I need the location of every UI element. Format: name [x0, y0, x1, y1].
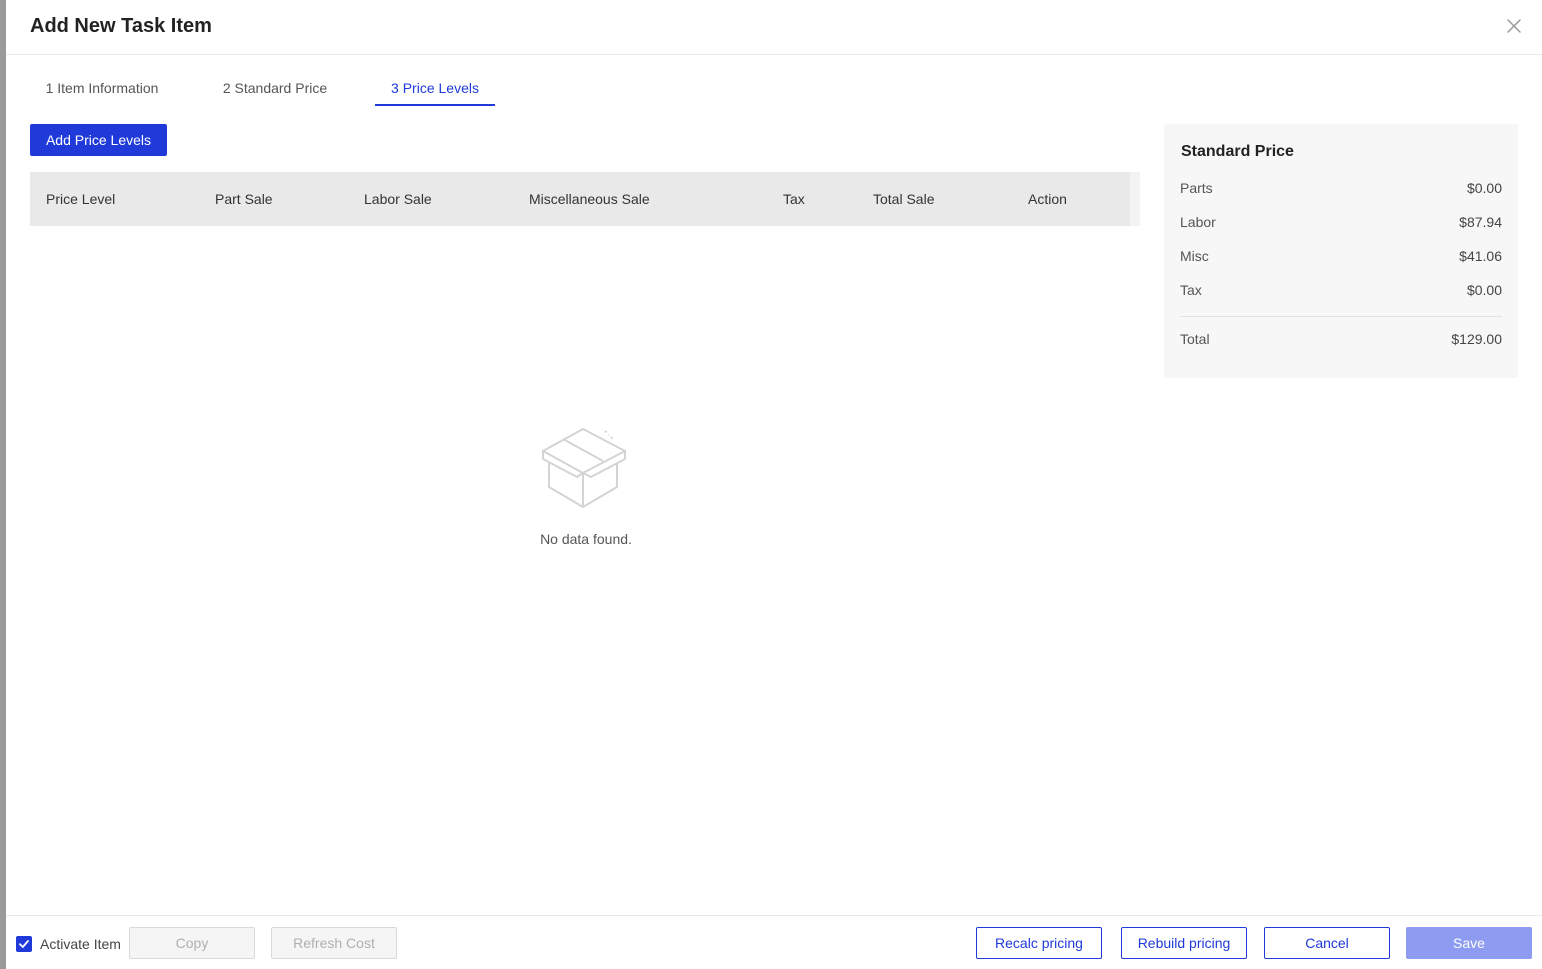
summary-row-misc: Misc $41.06 [1180, 248, 1502, 264]
summary-value: $0.00 [1466, 282, 1502, 298]
empty-state: No data found. [506, 425, 666, 547]
column-miscellaneous-sale: Miscellaneous Sale [529, 191, 650, 207]
column-labor-sale: Labor Sale [364, 191, 432, 207]
summary-title: Standard Price [1181, 143, 1294, 160]
summary-value: $87.94 [1459, 214, 1502, 230]
refresh-cost-button[interactable]: Refresh Cost [271, 927, 397, 959]
activate-item-label: Activate Item [40, 936, 121, 952]
column-price-level: Price Level [46, 191, 116, 207]
summary-label: Labor [1180, 214, 1216, 230]
dialog-title: Add New Task Item [30, 15, 212, 37]
column-total-sale: Total Sale [873, 191, 935, 207]
empty-message: No data found. [540, 531, 632, 547]
rebuild-pricing-button[interactable]: Rebuild pricing [1121, 927, 1247, 959]
summary-label: Misc [1180, 248, 1209, 264]
column-action: Action [1028, 191, 1067, 207]
summary-divider [1180, 316, 1502, 317]
tab-price-levels[interactable]: 3 Price Levels [375, 70, 495, 106]
summary-row-tax: Tax $0.00 [1180, 282, 1502, 298]
summary-row-labor: Labor $87.94 [1180, 214, 1502, 230]
tab-item-information[interactable]: 1 Item Information [30, 70, 174, 106]
cancel-button[interactable]: Cancel [1264, 927, 1390, 959]
summary-label: Tax [1180, 282, 1202, 298]
add-task-item-dialog: Add New Task Item 1 Item Information 2 S… [6, 0, 1542, 969]
table-scrollbar-gutter [1130, 172, 1140, 226]
activate-item-checkbox[interactable]: Activate Item [16, 936, 121, 952]
summary-value: $0.00 [1466, 180, 1502, 196]
empty-box-icon [506, 425, 666, 511]
price-levels-table-header: Price Level Part Sale Labor Sale Miscell… [30, 172, 1140, 226]
check-icon[interactable] [16, 936, 32, 952]
recalc-pricing-button[interactable]: Recalc pricing [976, 927, 1102, 959]
summary-row-total: Total $129.00 [1180, 331, 1502, 347]
summary-row-parts: Parts $0.00 [1180, 180, 1502, 196]
summary-label: Parts [1180, 180, 1213, 196]
summary-value: $129.00 [1451, 331, 1502, 347]
standard-price-summary: Standard Price Parts $0.00 Labor $87.94 … [1164, 124, 1518, 378]
copy-button[interactable]: Copy [129, 927, 255, 959]
summary-value: $41.06 [1459, 248, 1502, 264]
save-button[interactable]: Save [1406, 927, 1532, 959]
dialog-header: Add New Task Item [6, 0, 1542, 55]
column-tax: Tax [783, 191, 805, 207]
dialog-footer: Activate Item Copy Refresh Cost Recalc p… [6, 915, 1542, 969]
summary-label: Total [1180, 331, 1210, 347]
close-icon[interactable] [1504, 16, 1524, 36]
column-part-sale: Part Sale [215, 191, 273, 207]
tab-standard-price[interactable]: 2 Standard Price [202, 70, 348, 106]
add-price-levels-button[interactable]: Add Price Levels [30, 124, 167, 156]
